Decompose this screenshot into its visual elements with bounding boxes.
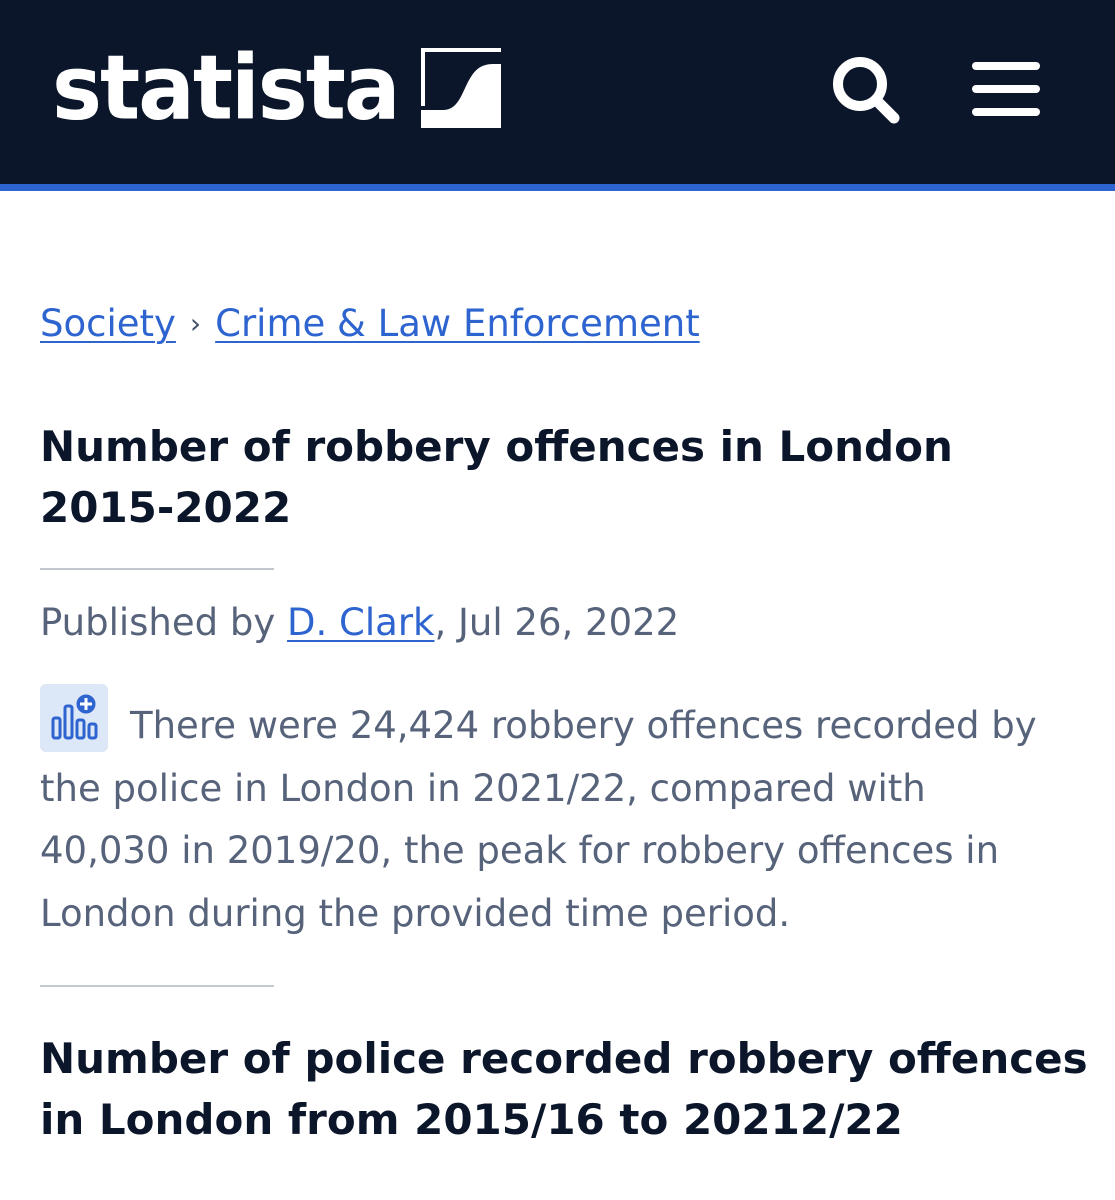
divider (40, 985, 274, 987)
page-title: Number of robbery offences in London 201… (40, 422, 953, 532)
breadcrumb-link-crime-law-enforcement[interactable]: Crime & Law Enforcement (215, 302, 700, 345)
published-date: , Jul 26, 2022 (434, 601, 680, 644)
top-navigation-bar: statista (0, 0, 1115, 184)
published-info: Published by D. Clark, Jul 26, 2022 (40, 598, 679, 648)
statista-logo[interactable]: statista (52, 38, 501, 138)
menu-icon (972, 62, 1040, 116)
search-icon (833, 57, 900, 124)
statistic-description: There were 24,424 robbery offences recor… (40, 684, 1050, 945)
chart-section-title: Number of police recorded robbery offenc… (40, 1034, 1088, 1144)
breadcrumb-link-society[interactable]: Society (40, 302, 176, 345)
divider (40, 568, 274, 570)
add-statistic-button[interactable] (40, 684, 108, 752)
search-button[interactable] (828, 52, 904, 128)
menu-button[interactable] (966, 56, 1046, 122)
statista-logo-mark-icon (420, 48, 501, 128)
author-link[interactable]: D. Clark (287, 601, 434, 644)
published-prefix: Published by (40, 601, 288, 644)
description-text: There were 24,424 robbery offences recor… (40, 704, 1037, 935)
breadcrumb-separator: › (189, 307, 202, 340)
header-accent-line (0, 184, 1115, 191)
breadcrumb: Society › Crime & Law Enforcement (40, 300, 700, 348)
logo-text: statista (52, 36, 401, 140)
add-statistic-icon (51, 691, 99, 740)
